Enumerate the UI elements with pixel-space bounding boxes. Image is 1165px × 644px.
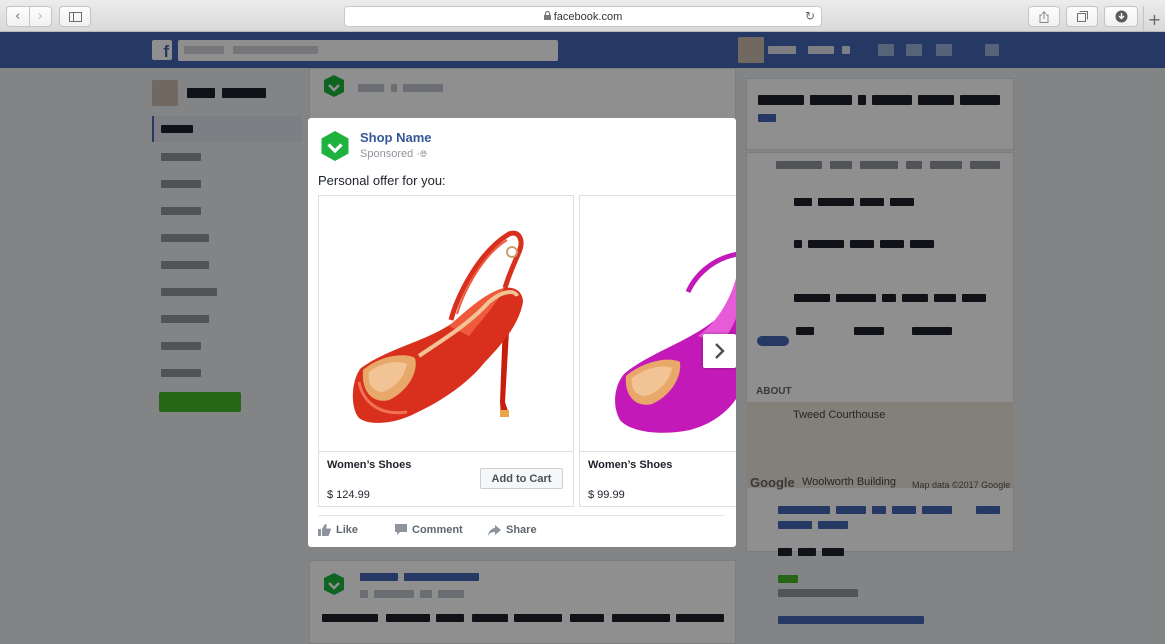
product-image[interactable] (319, 196, 573, 452)
sidebar-icon (68, 11, 82, 22)
download-icon (1115, 10, 1127, 23)
share-label: Share (506, 524, 537, 536)
browser-toolbar: ‹ › facebook.com ↻ + (0, 0, 1165, 32)
sidebar-button[interactable] (59, 6, 91, 27)
sponsored-label: Sponsored ·🌐︎ (360, 148, 427, 160)
product-image[interactable] (580, 196, 736, 452)
sponsored-text: Sponsored (360, 148, 414, 160)
share-button[interactable] (1028, 6, 1060, 27)
tabs-button[interactable] (1066, 6, 1098, 27)
url-text: facebook.com (553, 10, 623, 23)
sponsored-ad-card: Shop Name Sponsored ·🌐︎ Personal offer f… (308, 118, 736, 547)
forward-button[interactable]: › (28, 7, 52, 26)
like-button[interactable]: Like (318, 524, 358, 536)
like-label: Like (336, 524, 359, 536)
carousel-next-button[interactable] (703, 334, 736, 368)
post-actions-bar: Like Comment Share (318, 515, 724, 545)
shop-logo-shield-icon[interactable] (320, 130, 350, 162)
product-carousel: Women’s Shoes $ 124.99 Add to Cart Women… (318, 195, 736, 507)
product-price: $ 99.99 (588, 489, 625, 501)
nav-buttons: ‹ › (6, 6, 52, 27)
product-price: $ 124.99 (327, 489, 370, 501)
add-to-cart-button[interactable]: Add to Cart (480, 468, 563, 489)
comment-label: Comment (412, 524, 463, 536)
comment-button[interactable]: Comment (395, 524, 463, 536)
address-bar[interactable]: facebook.com ↻ (344, 6, 822, 27)
tabs-icon (1076, 11, 1088, 22)
product-title[interactable]: Women’s Shoes (327, 459, 411, 471)
shop-name-link[interactable]: Shop Name (360, 130, 432, 145)
thumbs-up-icon (318, 524, 331, 536)
reload-icon[interactable]: ↻ (805, 9, 815, 23)
comment-icon (395, 524, 407, 535)
product-title[interactable]: Women’s Shoes (588, 459, 672, 471)
lock-icon (543, 10, 551, 22)
new-tab-button[interactable]: + (1143, 6, 1165, 32)
share-icon (1039, 10, 1049, 23)
back-button[interactable]: ‹ (7, 7, 29, 26)
globe-icon: 🌐︎ (419, 150, 428, 160)
chevron-right-icon (714, 343, 725, 359)
share-post-button[interactable]: Share (488, 524, 537, 536)
downloads-button[interactable] (1104, 6, 1138, 27)
product-card[interactable]: Women’s Shoes $ 124.99 Add to Cart (318, 195, 574, 507)
offer-text: Personal offer for you: (318, 173, 446, 188)
share-arrow-icon (488, 524, 501, 536)
